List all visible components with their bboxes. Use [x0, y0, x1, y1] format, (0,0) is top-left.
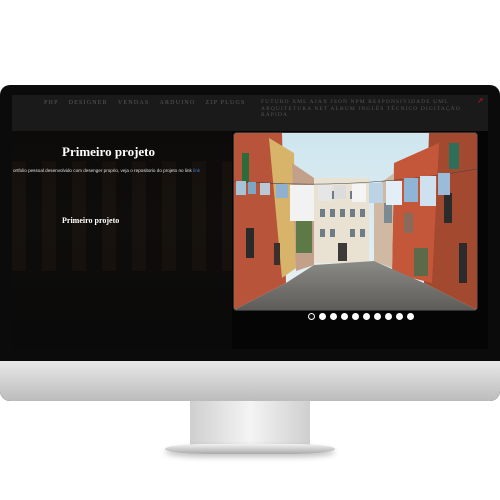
top-navigation-bar: PHP DESIGNER VENDAS ARDUINO ZIP PLUGS FU… — [12, 95, 488, 131]
arrow-icon[interactable]: ➚ — [477, 96, 484, 105]
carousel-dot-7[interactable] — [374, 313, 381, 320]
repository-link[interactable]: link — [193, 168, 200, 173]
nav-item-zip-plugs[interactable]: ZIP PLUGS — [206, 100, 246, 106]
nav-item-designer[interactable]: DESIGNER — [69, 100, 108, 106]
website-screen: PHP DESIGNER VENDAS ARDUINO ZIP PLUGS FU… — [12, 95, 488, 349]
carousel-dot-4[interactable] — [341, 313, 348, 320]
carousel-dot-9[interactable] — [396, 313, 403, 320]
hero-subtitle: Primeiro projeto — [62, 216, 120, 225]
carousel-dot-10[interactable] — [407, 313, 414, 320]
nav-item-vendas[interactable]: VENDAS — [118, 100, 150, 106]
carousel-dot-2[interactable] — [319, 313, 326, 320]
nav-left-menu: PHP DESIGNER VENDAS ARDUINO ZIP PLUGS — [44, 100, 246, 106]
carousel-dot-1[interactable] — [308, 313, 315, 320]
hero-description: ortfolio pessoal desenvolvido com deseng… — [13, 168, 200, 173]
hero-background — [12, 131, 232, 349]
hero-title: Primeiro projeto — [62, 144, 156, 159]
carousel-dot-3[interactable] — [330, 313, 337, 320]
carousel-slide-image[interactable] — [233, 132, 478, 311]
carousel-dot-8[interactable] — [385, 313, 392, 320]
nav-item-php[interactable]: PHP — [44, 100, 59, 106]
nav-item-arduino[interactable]: ARDUINO — [159, 100, 195, 106]
hero-description-text: ortfolio pessoal desenvolvido com deseng… — [13, 168, 192, 173]
nav-right-menu[interactable]: FUTURO XML AJAX JSON NPM RESPONSIVIDADE … — [261, 99, 471, 119]
carousel-indicators — [308, 313, 414, 320]
monitor-chin — [0, 361, 500, 401]
street-photo — [234, 133, 477, 310]
monitor-stand-neck — [190, 401, 310, 445]
carousel-dot-5[interactable] — [352, 313, 359, 320]
monitor-stand-base — [165, 444, 335, 454]
carousel-dot-6[interactable] — [363, 313, 370, 320]
